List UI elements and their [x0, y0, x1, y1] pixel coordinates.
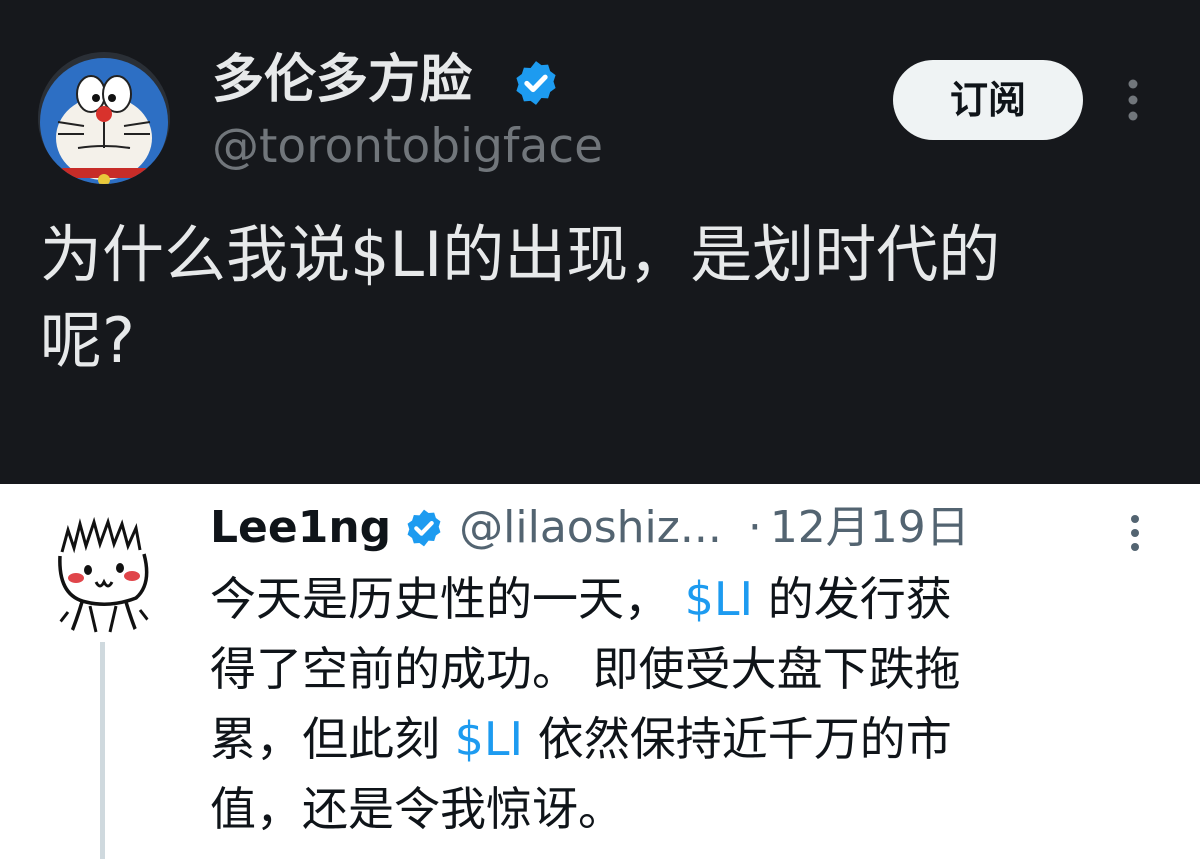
user-handle[interactable]: @torontobigface: [212, 118, 603, 176]
text-segment: 的发行获: [753, 572, 952, 626]
tweet-text: 为什么我说$LI的出现，是划时代的 呢?: [40, 212, 1120, 384]
avatar-doodle[interactable]: [40, 512, 166, 638]
tweet-text-line-1: 为什么我说$LI的出现，是划时代的: [40, 218, 1001, 291]
verified-badge-icon: [511, 58, 561, 108]
reply-text-line-4: 值，还是令我惊讶。: [210, 782, 624, 836]
reply-header: Lee1ng @lilaoshiz... · 12月19日: [210, 498, 970, 558]
text-segment: 今天是历史性的一天，: [210, 572, 685, 626]
thread-line: [100, 642, 105, 859]
more-vertical-icon[interactable]: [1122, 508, 1148, 558]
separator-dot: ·: [747, 502, 762, 553]
reply-text-line-3: 累，但此刻 $LI 依然保持近千万的市: [210, 704, 1160, 774]
avatar-doraemon[interactable]: [38, 52, 170, 184]
more-vertical-icon[interactable]: [1118, 70, 1148, 130]
reply-text-line-1: 今天是历史性的一天， $LI 的发行获: [210, 564, 1160, 634]
reply-text: 今天是历史性的一天， $LI 的发行获 得了空前的成功。 即使受大盘下跌拖 累，…: [210, 564, 1160, 844]
subscribe-button[interactable]: 订阅: [893, 60, 1083, 140]
display-name[interactable]: 多伦多方脸: [212, 48, 472, 112]
reply-display-name[interactable]: Lee1ng: [210, 498, 391, 558]
reply-date[interactable]: 12月19日: [770, 498, 970, 558]
text-segment: 依然保持近千万的市: [523, 712, 952, 766]
tweet-text-line-2: 呢?: [40, 304, 135, 377]
reply-text-line-2: 得了空前的成功。 即使受大盘下跌拖: [210, 642, 961, 696]
cashtag-link[interactable]: $LI: [685, 572, 753, 626]
verified-badge-icon: [403, 507, 445, 549]
main-tweet: 多伦多方脸 @torontobigface 订阅 为什么我说$LI的出现，是划时…: [0, 0, 1200, 484]
text-segment: 累，但此刻: [210, 712, 455, 766]
cashtag-link[interactable]: $LI: [455, 712, 523, 766]
reply-tweet: Lee1ng @lilaoshiz... · 12月19日 今天是历史性的一天，…: [0, 484, 1200, 859]
reply-handle[interactable]: @lilaoshiz...: [459, 498, 722, 558]
